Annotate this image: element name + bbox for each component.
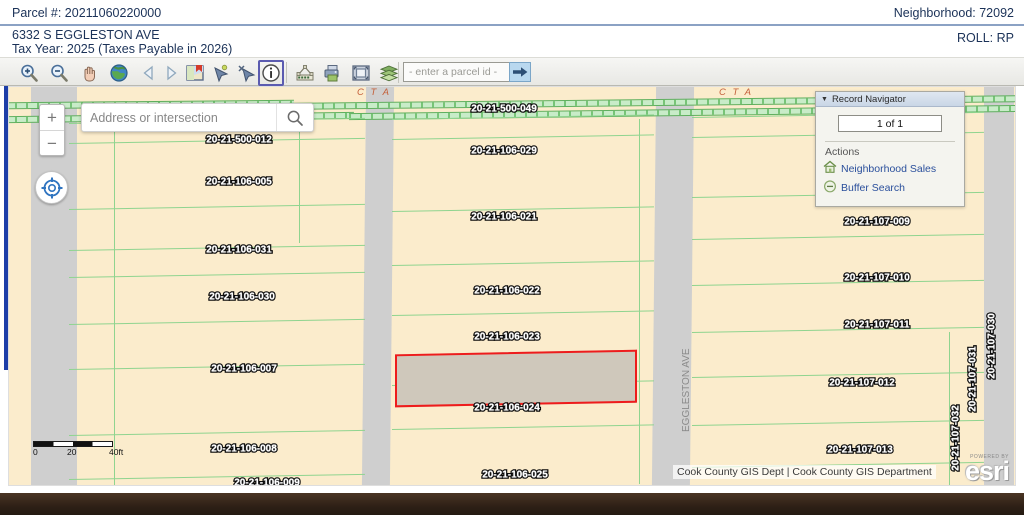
selected-parcel-highlight[interactable] bbox=[395, 350, 637, 408]
identify-info-icon[interactable] bbox=[258, 60, 284, 86]
parcel-label[interactable]: 20-21-106-021 bbox=[471, 212, 537, 223]
map-scale-bar: 0 20 40ft bbox=[33, 441, 125, 459]
next-extent-icon[interactable] bbox=[158, 61, 184, 85]
map-attribution: Cook County GIS Dept | Cook County GIS D… bbox=[673, 465, 936, 479]
buffer-search-label: Buffer Search bbox=[841, 182, 905, 194]
parcel-label[interactable]: 20-21-106-008 bbox=[211, 444, 277, 455]
buffer-search-link[interactable]: Buffer Search bbox=[823, 179, 964, 196]
home-icon bbox=[823, 160, 837, 177]
map-toolbar: - enter a parcel id - bbox=[0, 57, 1024, 86]
map-layers-icon[interactable] bbox=[182, 61, 208, 85]
esri-wordmark: esri bbox=[965, 460, 1009, 483]
gis-parcel-viewer: Parcel #: 20211060220000 Neighborhood: 7… bbox=[0, 0, 1024, 515]
roll-label: ROLL: RP bbox=[957, 31, 1014, 45]
parcel-label[interactable]: 20-21-107-010 bbox=[844, 273, 910, 284]
parcel-label-rotated[interactable]: 20-21-107-032 bbox=[951, 405, 962, 471]
parcel-id-input[interactable]: - enter a parcel id - bbox=[403, 62, 521, 82]
parcel-label[interactable]: 20-21-107-012 bbox=[829, 378, 895, 389]
scale-min-label: 0 bbox=[33, 447, 38, 457]
locate-me-button[interactable] bbox=[35, 171, 68, 204]
parcel-number: Parcel #: 20211060220000 bbox=[12, 6, 161, 20]
parcel-label[interactable]: 20-21-106-029 bbox=[471, 146, 537, 157]
measure-icon[interactable] bbox=[292, 61, 318, 85]
record-navigator-title: Record Navigator bbox=[832, 94, 906, 105]
record-navigator-header[interactable]: ▼ Record Navigator bbox=[816, 92, 964, 107]
parcel-label[interactable]: 20-21-106-025 bbox=[482, 470, 548, 481]
parcel-label[interactable]: 20-21-106-007 bbox=[211, 364, 277, 375]
road-center-alley bbox=[362, 87, 394, 485]
select-arrow-icon[interactable] bbox=[208, 61, 234, 85]
map-zoom-in-button[interactable]: + bbox=[40, 105, 64, 130]
actions-label: Actions bbox=[825, 146, 964, 158]
esri-logo: POWERED BY esri bbox=[965, 454, 1009, 483]
parcel-label[interactable]: 20-21-106-022 bbox=[474, 286, 540, 297]
parcel-label-rotated[interactable]: 20-21-107-031 bbox=[968, 346, 979, 412]
full-extent-globe-icon[interactable] bbox=[106, 61, 132, 85]
parcel-map[interactable]: C T A C T A bbox=[9, 87, 1016, 485]
zoom-to-selection-icon[interactable] bbox=[348, 61, 374, 85]
parcel-label[interactable]: 20-21-106-031 bbox=[206, 245, 272, 256]
cta-label-right: C T A bbox=[719, 87, 753, 98]
property-address: 6332 S EGGLESTON AVE bbox=[12, 28, 160, 42]
cta-label-left: C T A bbox=[357, 87, 391, 98]
neighborhood-sales-label: Neighborhood Sales bbox=[841, 163, 936, 175]
record-navigator-panel: ▼ Record Navigator 1 of 1 Actions Neighb… bbox=[815, 91, 965, 207]
map-frame: C T A C T A bbox=[8, 86, 1016, 486]
street-label-eggleston: EGGLESTON AVE bbox=[681, 348, 692, 432]
parcel-label[interactable]: 20-21-106-009 bbox=[234, 478, 300, 486]
print-icon[interactable] bbox=[320, 61, 346, 85]
desk-background bbox=[0, 493, 1024, 515]
scale-max-label: 40ft bbox=[109, 447, 123, 457]
buffer-icon bbox=[823, 179, 837, 196]
address-search-box[interactable] bbox=[81, 103, 314, 132]
clear-selection-icon[interactable] bbox=[234, 61, 260, 85]
parcel-label[interactable]: 20-21-107-009 bbox=[844, 217, 910, 228]
header-second-row: 6332 S EGGLESTON AVE Tax Year: 2025 (Tax… bbox=[0, 28, 1024, 56]
search-icon[interactable] bbox=[277, 104, 313, 131]
tax-year: Tax Year: 2025 (Taxes Payable in 2026) bbox=[12, 42, 232, 56]
chevron-down-icon: ▼ bbox=[821, 96, 828, 103]
road-right bbox=[984, 87, 1014, 485]
record-counter[interactable]: 1 of 1 bbox=[838, 115, 942, 132]
parcel-label[interactable]: 20-21-107-011 bbox=[844, 320, 909, 331]
neighborhood-label: Neighborhood: 72092 bbox=[894, 6, 1014, 20]
zoom-in-icon[interactable] bbox=[16, 61, 42, 85]
pan-hand-icon[interactable] bbox=[76, 61, 102, 85]
parcel-id-placeholder-text: - enter a parcel id - bbox=[409, 66, 497, 78]
parcel-label[interactable]: 20-21-106-024 bbox=[474, 403, 540, 414]
parcel-label[interactable]: 20-21-106-030 bbox=[209, 292, 275, 303]
parcel-label[interactable]: 20-21-106-005 bbox=[206, 177, 272, 188]
address-search-input[interactable] bbox=[82, 104, 276, 131]
parcel-label[interactable]: 20-21-107-013 bbox=[827, 445, 893, 456]
parcel-label[interactable]: 20-21-500-012 bbox=[206, 135, 272, 146]
zoom-out-icon[interactable] bbox=[46, 61, 72, 85]
map-zoom-control: + − bbox=[39, 104, 65, 156]
parcel-label[interactable]: 20-21-106-023 bbox=[474, 332, 540, 343]
parcel-label[interactable]: 20-21-500-049 bbox=[471, 104, 537, 115]
map-zoom-out-button[interactable]: − bbox=[40, 131, 64, 156]
parcel-id-go-button[interactable] bbox=[509, 62, 531, 82]
scale-mid-label: 20 bbox=[67, 447, 76, 457]
parcel-label-rotated[interactable]: 20-21-107-030 bbox=[987, 313, 998, 379]
header-top-row: Parcel #: 20211060220000 Neighborhood: 7… bbox=[0, 0, 1024, 26]
neighborhood-sales-link[interactable]: Neighborhood Sales bbox=[823, 160, 964, 177]
record-navigator-divider bbox=[825, 141, 955, 142]
